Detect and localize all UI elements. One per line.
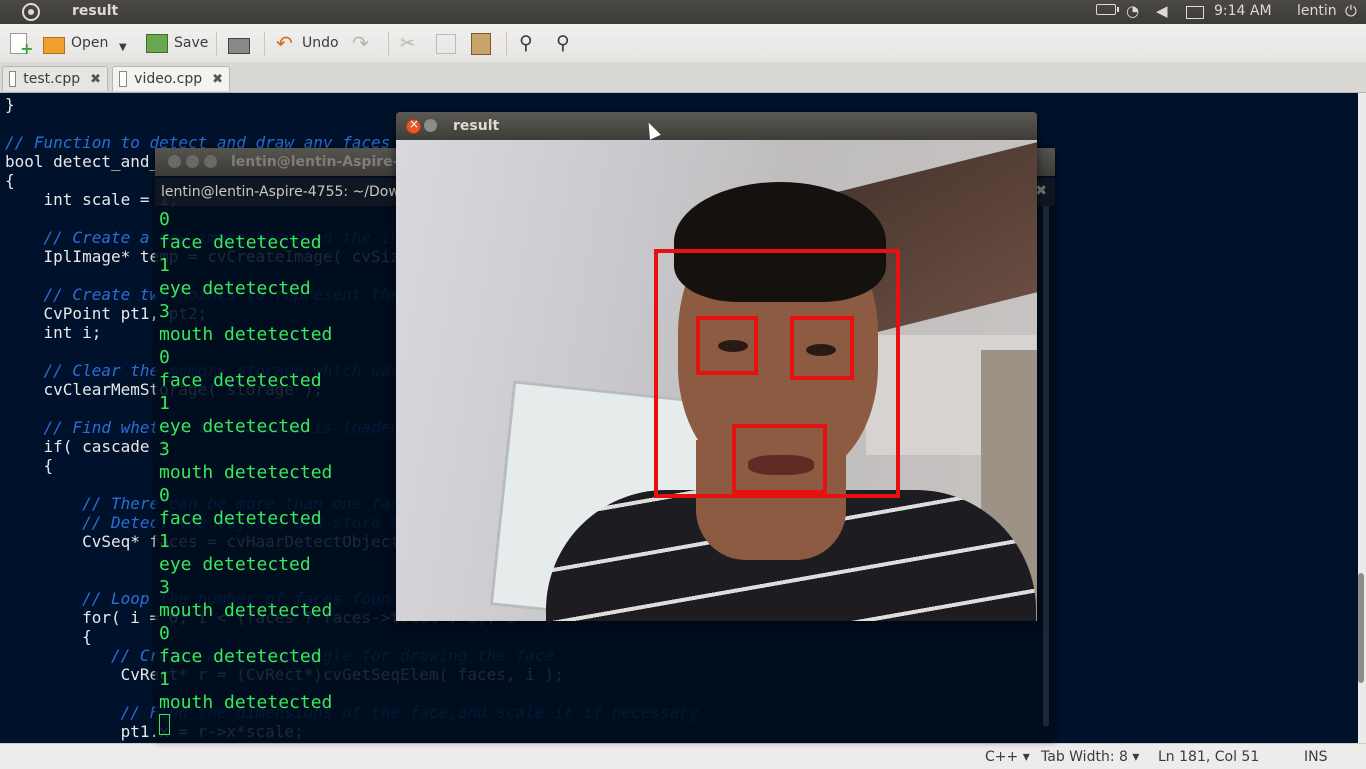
folder-icon [43,36,65,54]
tab-test-cpp[interactable]: test.cpp ✖ [2,66,108,91]
minimize-icon[interactable] [424,119,437,132]
open-dropdown-icon[interactable]: ▼ [119,36,127,58]
editor-scrollbar[interactable] [1358,93,1366,743]
toolbar-separator [264,32,265,56]
open-label: Open [71,35,109,51]
ubuntu-logo-icon[interactable] [22,3,40,21]
terminal-line: face detetected [159,646,322,667]
tab-bar: test.cpp ✖ video.cpp ✖ [0,62,1366,93]
find-replace-icon[interactable]: ⚲ [556,32,570,54]
battery-icon[interactable] [1096,4,1119,15]
close-icon[interactable]: ✖ [1035,183,1047,199]
left-eye-detection-box [696,316,758,375]
code-line: { [5,627,92,646]
terminal-line: mouth detetected [159,692,333,713]
print-button[interactable] [228,32,256,54]
close-icon[interactable]: ✖ [90,72,101,87]
undo-label: Undo [302,35,339,51]
top-panel: result ◔ ◀ 9:14 AM lentin ⏻ [0,0,1366,24]
toolbar-separator [388,32,389,56]
document-icon [119,71,128,87]
toolbar-separator [506,32,507,56]
code-line: int i; [5,323,102,342]
code-line: int scale = 1; [5,190,179,209]
result-window[interactable]: result [396,112,1037,621]
tab-label: video.cpp [134,71,203,87]
close-icon[interactable] [406,117,421,134]
terminal-line: 1 [159,669,170,690]
toolbar: Open ▼ Save ↶ Undo ↷ ✂ ⚲ ⚲ [0,24,1366,63]
cursor-position: Ln 181, Col 51 [1158,749,1260,765]
copy-icon[interactable] [436,34,456,54]
clock[interactable]: 9:14 AM [1214,3,1272,19]
toolbar-separator [216,32,217,56]
result-titlebar[interactable]: result [396,112,1037,140]
mail-icon[interactable] [1186,6,1204,19]
tab-width-selector[interactable]: Tab Width: 8 ▾ [1041,749,1139,765]
minimize-icon[interactable] [186,155,199,168]
save-button[interactable]: Save [146,32,208,54]
new-document-icon [10,32,33,58]
printer-icon [228,38,250,54]
terminal-tab-label: lentin@lentin-Aspire-4755: ~/Down [161,184,409,200]
code-line: } [5,95,15,114]
tab-video-cpp[interactable]: video.cpp ✖ [112,66,230,91]
cut-icon[interactable]: ✂ [400,32,415,54]
right-eye-detection-box [790,316,854,380]
status-bar: C++ ▾ Tab Width: 8 ▾ Ln 181, Col 51 INS [0,743,1366,769]
redo-icon[interactable]: ↷ [352,31,369,55]
code-line: if( cascade ) [5,437,169,456]
maximize-icon[interactable] [204,155,217,168]
volume-icon[interactable]: ◀ [1156,2,1168,20]
active-app-title: result [72,3,119,19]
undo-button[interactable]: ↶ Undo [276,32,339,54]
open-button[interactable]: Open [43,32,108,54]
undo-icon: ↶ [276,31,293,55]
search-icon[interactable]: ⚲ [519,32,533,54]
tab-width-label: Tab Width: 8 [1041,749,1128,765]
code-line: { [5,456,54,475]
code-line: { [5,171,15,190]
close-icon[interactable] [168,155,181,168]
save-label: Save [174,35,209,51]
terminal-cursor [159,714,170,735]
terminal-line: 0 [159,623,170,644]
user-menu[interactable]: lentin [1297,3,1337,19]
new-document-button[interactable] [10,32,33,58]
camera-image [396,140,1037,621]
document-icon [9,71,17,87]
power-icon[interactable]: ⏻ [1345,2,1357,20]
paste-icon[interactable] [471,33,491,55]
tab-label: test.cpp [23,71,81,87]
result-title: result [453,118,500,134]
scrollbar-thumb[interactable] [1358,573,1364,683]
language-label: C++ [985,749,1019,765]
save-icon [146,33,168,53]
wifi-icon[interactable]: ◔ [1126,2,1139,20]
mouth-detection-box [732,424,827,494]
terminal-scrollbar[interactable] [1043,206,1049,726]
close-icon[interactable]: ✖ [212,72,223,87]
language-selector[interactable]: C++ ▾ [985,749,1030,765]
insert-mode: INS [1304,749,1328,765]
